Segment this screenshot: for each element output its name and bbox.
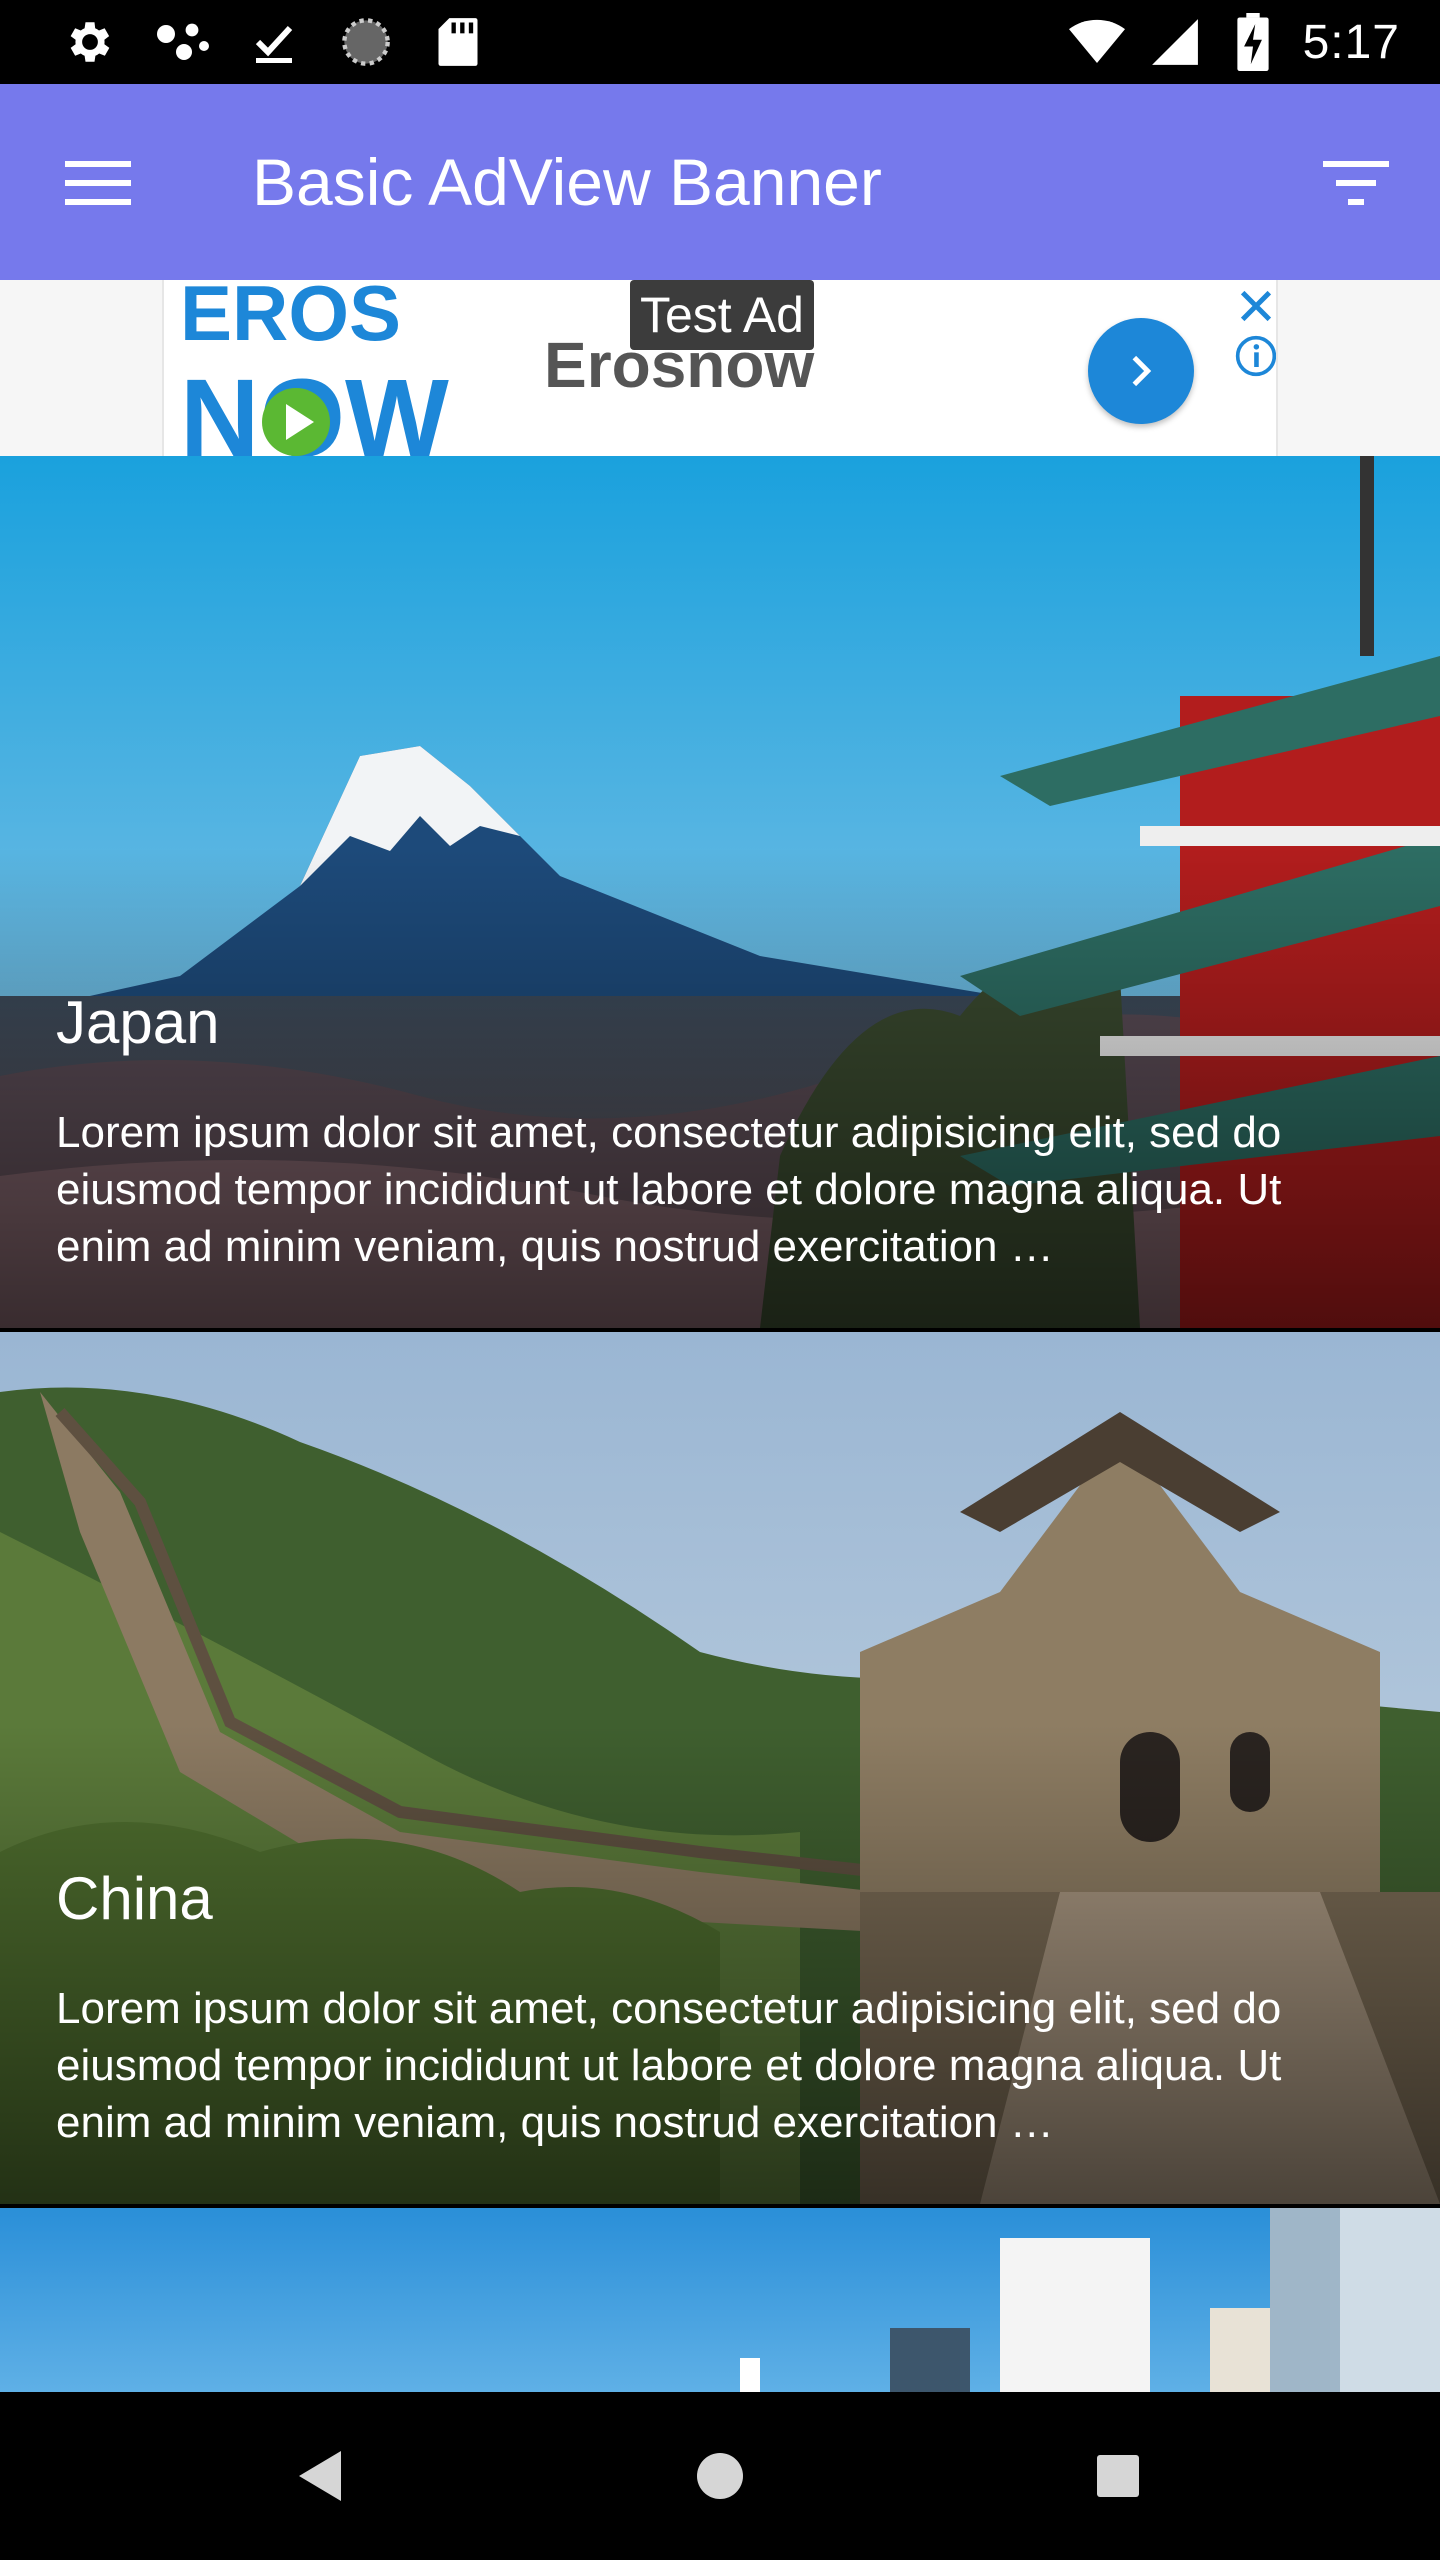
hamburger-menu-icon[interactable] xyxy=(48,138,148,228)
signal-icon xyxy=(1147,14,1203,70)
card-description: Lorem ipsum dolor sit amet, consectetur … xyxy=(56,1984,1282,2147)
ad-banner[interactable]: EROS NOW Erosnow Test Ad xyxy=(162,280,1278,456)
test-ad-label: Test Ad xyxy=(630,280,814,350)
svg-text:EROS: EROS xyxy=(180,280,401,357)
sync-circle-icon xyxy=(338,14,394,70)
card-japan[interactable]: Japan Lorem ipsum dolor sit amet, consec… xyxy=(0,456,1440,1328)
card-title: Japan xyxy=(56,989,220,1056)
app-bar: Basic AdView Banner xyxy=(0,84,1440,280)
info-icon[interactable] xyxy=(1234,334,1276,378)
card-title: China xyxy=(56,1865,213,1932)
card-china[interactable]: China Lorem ipsum dolor sit amet, consec… xyxy=(0,1332,1440,2204)
status-bar: 5:17 xyxy=(0,0,1440,84)
card-description: Lorem ipsum dolor sit amet, consectetur … xyxy=(56,1108,1282,1271)
notification-icons xyxy=(62,14,486,70)
ad-banner-area: EROS NOW Erosnow Test Ad xyxy=(0,280,1440,456)
chevron-right-icon[interactable] xyxy=(1088,318,1194,424)
back-triangle-icon[interactable] xyxy=(278,2434,362,2518)
app-title: Basic AdView Banner xyxy=(252,145,882,219)
recents-square-icon[interactable] xyxy=(1076,2434,1160,2518)
card-city[interactable] xyxy=(0,2208,1440,2392)
advertiser-logo[interactable]: EROS NOW xyxy=(176,280,496,456)
hub-icon xyxy=(154,14,210,70)
gear-icon xyxy=(62,14,118,70)
download-done-icon xyxy=(246,14,302,70)
wifi-icon xyxy=(1068,14,1125,70)
city-image xyxy=(0,2208,1440,2392)
system-icons: 5:17 xyxy=(1068,10,1400,74)
battery-charging-icon xyxy=(1225,13,1281,71)
clock: 5:17 xyxy=(1302,15,1400,69)
navigation-bar xyxy=(0,2392,1440,2560)
sd-card-icon xyxy=(430,14,486,70)
filter-icon[interactable] xyxy=(1306,138,1406,228)
home-circle-icon[interactable] xyxy=(678,2434,762,2518)
close-icon[interactable] xyxy=(1236,286,1276,326)
